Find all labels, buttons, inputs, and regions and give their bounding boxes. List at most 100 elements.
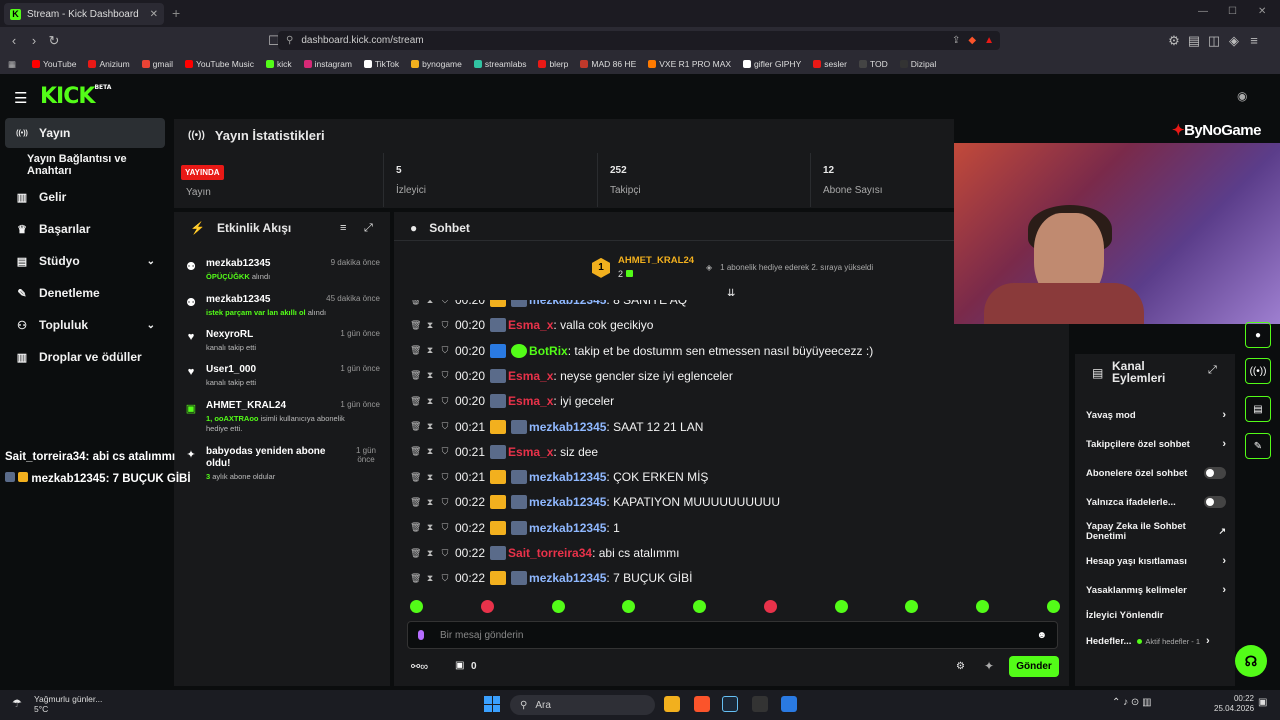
bot-icon[interactable]: ✦ xyxy=(984,659,994,673)
bookmark-item[interactable]: gmail xyxy=(141,59,173,69)
emote-icon[interactable] xyxy=(693,600,707,613)
shield-icon[interactable]: ◈ xyxy=(1224,33,1244,49)
bookmark-item[interactable]: Anizium xyxy=(88,59,130,69)
extensions-icon[interactable]: ⚙ xyxy=(1164,33,1184,49)
delete-message-icon[interactable]: 🗑︎ xyxy=(410,522,421,533)
delete-message-icon[interactable]: 🗑︎ xyxy=(410,472,421,483)
bookmark-item[interactable]: TikTok xyxy=(363,59,399,69)
taskbar-search[interactable]: ⚲ Ara xyxy=(510,695,655,715)
timeout-icon[interactable]: ⧗ xyxy=(425,472,435,483)
bookmark-item[interactable]: TOD xyxy=(858,59,888,69)
channel-action-item[interactable]: Yapay Zeka ile Sohbet Denetimi ↗ xyxy=(1086,522,1226,541)
share-icon[interactable]: ⇪ xyxy=(952,35,960,46)
message-username[interactable]: Esma_x xyxy=(508,318,553,332)
pinned-gifter[interactable]: 1 AHMET_KRAL24 2 ◈ 1 abonelik hediye ede… xyxy=(592,255,873,281)
channel-action-item[interactable]: Abonelere özel sohbet xyxy=(1086,467,1226,479)
forward-icon[interactable]: › xyxy=(24,33,44,48)
kick-logo[interactable]: KICKBETA xyxy=(40,84,111,109)
popout-icon[interactable]: ⤢ xyxy=(364,222,373,235)
link-icon[interactable]: ⚯∞ xyxy=(411,660,428,673)
sidebar-item[interactable]: ▥ Droplar ve ödüller xyxy=(5,342,165,372)
toggle-switch[interactable] xyxy=(1204,467,1226,479)
support-headset-icon[interactable]: ☊ xyxy=(1235,645,1267,677)
message-username[interactable]: mezkab12345 xyxy=(529,420,606,434)
close-tab-icon[interactable]: ✕ xyxy=(150,9,158,20)
settings-gear-icon[interactable]: ⚙ xyxy=(956,661,965,672)
taskbar-clock[interactable]: 00:22 25.04.2026 xyxy=(1214,694,1254,715)
timeout-icon[interactable]: ⧗ xyxy=(425,370,435,381)
message-username[interactable]: mezkab12345 xyxy=(529,571,606,585)
delete-message-icon[interactable]: 🗑︎ xyxy=(410,421,421,432)
sidebar-item[interactable]: ✎ Denetleme xyxy=(5,278,165,308)
chat-message[interactable]: 🗑︎ ⧗ ⛉ 00:20 Esma_x: neyse gencler size iyi … xyxy=(410,367,733,385)
chat-message[interactable]: 🗑︎ ⧗ ⛉ 00:20 Esma_x: valla cok gecikiyo xyxy=(410,316,653,334)
delete-message-icon[interactable]: 🗑︎ xyxy=(410,548,421,559)
message-username[interactable]: BotRix xyxy=(529,344,568,358)
delete-message-icon[interactable]: 🗑︎ xyxy=(410,396,421,407)
user-avatar[interactable]: ◉ xyxy=(1237,89,1247,103)
bookmark-item[interactable]: YouTube Music xyxy=(184,59,254,69)
emote-icon[interactable] xyxy=(834,600,848,613)
chat-message[interactable]: 🗑︎ ⧗ ⛉ 00:21 mezkab12345: SAAT 12 21 LAN xyxy=(410,418,703,436)
message-username[interactable]: mezkab12345 xyxy=(529,470,606,484)
sidebar-item[interactable]: ▤ Stüdyo ⌄ xyxy=(5,246,165,276)
emote-icon[interactable] xyxy=(622,600,636,613)
delete-message-icon[interactable]: 🗑︎ xyxy=(410,446,421,457)
steam-icon[interactable] xyxy=(722,696,738,712)
rail-chat-icon[interactable]: ● xyxy=(1245,322,1271,348)
chat-message[interactable]: 🗑︎ ⧗ ⛉ 00:21 mezkab12345: ÇOK ERKEN MİŞ xyxy=(410,468,708,486)
close-window-icon[interactable]: ✕ xyxy=(1258,6,1266,17)
timeout-icon[interactable]: ⧗ xyxy=(425,446,435,457)
channel-action-item[interactable]: Hedefler... Aktif hedefler - 1 › xyxy=(1086,635,1226,647)
message-username[interactable]: Esma_x xyxy=(508,394,553,408)
emote-icon[interactable] xyxy=(905,600,919,613)
rail-wrench-icon[interactable]: ✎ xyxy=(1245,433,1271,459)
delete-message-icon[interactable]: 🗑︎ xyxy=(410,497,421,508)
channel-action-item[interactable]: Takipçilere özel sohbet › xyxy=(1086,438,1226,450)
chat-message[interactable]: 🗑︎ ⧗ ⛉ 00:20 Esma_x: iyi geceler xyxy=(410,392,614,410)
file-explorer-icon[interactable] xyxy=(664,696,680,712)
minimize-icon[interactable]: — xyxy=(1198,6,1208,17)
chat-message[interactable]: 🗑︎ ⧗ ⛉ 00:22 Sait_torreira34: abi cs atalımm… xyxy=(410,544,679,562)
reload-icon[interactable]: ↻ xyxy=(44,33,64,49)
sidebar-item[interactable]: ♛ Başarılar xyxy=(5,214,165,244)
hamburger-menu-icon[interactable]: ☰ xyxy=(14,89,27,107)
bookmark-item[interactable]: gifler GIPHY xyxy=(743,59,801,69)
sidebar-item[interactable]: ⚇ Topluluk ⌄ xyxy=(5,310,165,340)
bookmark-item[interactable]: sesler xyxy=(813,59,847,69)
bookmark-item[interactable]: blerp xyxy=(538,59,568,69)
expand-icon[interactable]: ⤢ xyxy=(1208,364,1217,377)
bookmark-item[interactable]: bynogame xyxy=(411,59,462,69)
channel-action-item[interactable]: Hesap yaşı kısıtlaması › xyxy=(1086,555,1226,567)
mic-icon[interactable] xyxy=(418,630,424,640)
rail-broadcast-icon[interactable]: ((•)) xyxy=(1245,358,1271,384)
channel-action-item[interactable]: İzleyici Yönlendir xyxy=(1086,610,1226,621)
delete-message-icon[interactable]: 🗑︎ xyxy=(410,573,421,584)
channel-action-item[interactable]: Yalnızca ifadelerle... xyxy=(1086,496,1226,508)
maximize-icon[interactable]: ☐ xyxy=(1228,6,1237,17)
new-tab-icon[interactable]: + xyxy=(172,5,180,21)
sidebar-item[interactable]: ▥ Gelir xyxy=(5,182,165,212)
chat-message[interactable]: 🗑︎ ⧗ ⛉ 00:22 mezkab12345: 7 BUÇUK GİBİ xyxy=(410,569,692,587)
filter-icon[interactable]: ≡ xyxy=(340,222,346,234)
timeout-icon[interactable]: ⧗ xyxy=(425,345,435,356)
address-bar[interactable]: ⚲ dashboard.kick.com/stream ⇪ ◆ ▲ xyxy=(278,31,1000,50)
bookmark-item[interactable]: Dizipal xyxy=(899,59,936,69)
timeout-icon[interactable]: ⧗ xyxy=(425,548,435,559)
apps-grid-icon[interactable]: ▦ xyxy=(8,59,16,70)
emote-icon[interactable] xyxy=(976,600,990,613)
toggle-switch[interactable] xyxy=(1204,496,1226,508)
tray-icons[interactable]: ⌃ ♪ ⊙ ▥ xyxy=(1112,697,1152,708)
brave-shield-icon[interactable]: ◆ xyxy=(968,35,976,46)
rail-layout-icon[interactable]: ▤ xyxy=(1245,396,1271,422)
emoji-icon[interactable]: ☻ xyxy=(1036,630,1047,641)
back-icon[interactable]: ‹ xyxy=(4,33,24,48)
sidebar-item[interactable]: Yayın Bağlantısı ve Anahtarı xyxy=(5,150,165,180)
epic-games-icon[interactable] xyxy=(752,696,768,712)
chat-message[interactable]: 🗑︎ ⧗ ⛉ 00:22 mezkab12345: KAPATIYON MUUUUUUU… xyxy=(410,493,780,511)
emote-icon[interactable] xyxy=(1046,600,1060,613)
browser-tab[interactable]: K Stream - Kick Dashboard ✕ xyxy=(4,3,164,25)
bookmark-item[interactable]: streamlabs xyxy=(473,59,526,69)
message-username[interactable]: mezkab12345 xyxy=(529,495,606,509)
delete-message-icon[interactable]: 🗑︎ xyxy=(410,320,421,331)
